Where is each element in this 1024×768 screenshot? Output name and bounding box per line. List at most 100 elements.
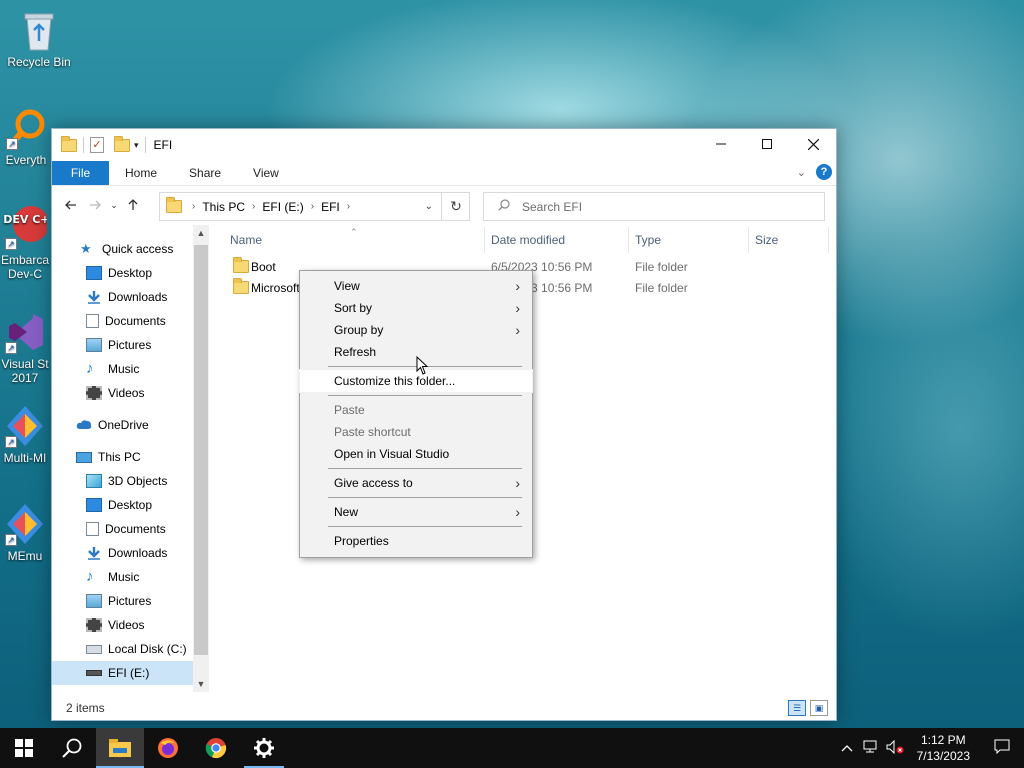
menu-item-group-by[interactable]: Group by › [300, 319, 532, 341]
computer-icon [76, 451, 92, 463]
menu-item-paste-shortcut[interactable]: Paste shortcut [300, 421, 532, 443]
properties-icon[interactable]: ✓ [90, 137, 104, 153]
minimize-button[interactable] [698, 129, 744, 159]
desktop-icon-everything[interactable]: ↗ Everyth [0, 106, 54, 167]
divider[interactable] [748, 227, 749, 253]
desktop-icon-devcpp[interactable]: DEV C++ ↗ Embarca Dev-C [0, 206, 54, 281]
desktop-icon-visual-studio[interactable]: ↗ Visual St 2017 [0, 310, 54, 385]
nav-quick-downloads[interactable]: Downloads 📌 [52, 285, 209, 309]
nav-pc-desktop[interactable]: Desktop [52, 493, 209, 517]
expand-ribbon-chevron-icon[interactable]: ⌄ [797, 166, 806, 179]
divider [144, 137, 146, 153]
address-bar[interactable]: › This PC › EFI (E:) › EFI › ⌄ [159, 192, 470, 221]
address-history-chevron-icon[interactable]: ⌄ [425, 201, 433, 212]
submenu-chevron-icon: › [515, 300, 520, 316]
menu-item-paste[interactable]: Paste [300, 399, 532, 421]
cloud-icon [76, 418, 92, 432]
network-icon[interactable] [859, 740, 883, 757]
breadcrumb-this-pc[interactable]: This PC [202, 200, 245, 214]
notification-icon[interactable] [980, 739, 1024, 757]
help-icon[interactable]: ? [816, 164, 832, 180]
close-button[interactable] [790, 129, 836, 159]
nav-quick-videos[interactable]: Videos [52, 381, 209, 405]
menu-item-open-in-visual-studio[interactable]: Open in Visual Studio [300, 443, 532, 465]
taskbar-settings[interactable] [240, 728, 288, 768]
nav-pc-music[interactable]: ♪ Music [52, 565, 209, 589]
nav-this-pc[interactable]: This PC [52, 445, 209, 469]
show-hidden-icons-chevron-icon[interactable] [835, 741, 859, 755]
menu-item-properties[interactable]: Properties [300, 530, 532, 552]
scrollbar-thumb[interactable] [194, 245, 208, 655]
customize-toolbar-chevron-icon[interactable]: ▾ [134, 140, 139, 151]
nav-pc-efi-drive[interactable]: EFI (E:) [52, 661, 209, 685]
submenu-chevron-icon: › [515, 322, 520, 338]
nav-label: Documents [105, 522, 166, 536]
breadcrumb-efi-drive[interactable]: EFI (E:) [262, 200, 303, 214]
breadcrumb-chevron-icon[interactable]: › [192, 201, 195, 212]
nav-quick-music[interactable]: ♪ Music [52, 357, 209, 381]
breadcrumb-efi-folder[interactable]: EFI [321, 200, 340, 214]
tab-share[interactable]: Share [173, 161, 237, 185]
new-folder-icon[interactable] [114, 135, 130, 152]
menu-divider [328, 526, 522, 527]
forward-button[interactable] [83, 198, 107, 214]
nav-pc-3d-objects[interactable]: 3D Objects [52, 469, 209, 493]
nav-onedrive[interactable]: OneDrive [52, 413, 209, 437]
divider[interactable] [628, 227, 629, 253]
column-header-date-modified[interactable]: Date modified [491, 225, 565, 255]
recent-locations-button[interactable]: ⌄ [107, 200, 121, 211]
nav-pc-downloads[interactable]: Downloads [52, 541, 209, 565]
volume-muted-icon[interactable] [883, 739, 907, 757]
scroll-up-arrow-icon[interactable]: ▲ [193, 228, 209, 238]
film-icon [86, 618, 102, 632]
column-header-type[interactable]: Type [635, 225, 661, 255]
menu-item-sort-by[interactable]: Sort by › [300, 297, 532, 319]
desktop-icon-multi-mi[interactable]: ↗ Multi-MI [0, 404, 54, 465]
breadcrumb-chevron-icon[interactable]: › [311, 201, 314, 212]
nav-pc-pictures[interactable]: Pictures [52, 589, 209, 613]
divider[interactable] [828, 227, 829, 253]
taskbar-firefox[interactable] [144, 728, 192, 768]
nav-pc-videos[interactable]: Videos [52, 613, 209, 637]
menu-item-give-access-to[interactable]: Give access to › [300, 472, 532, 494]
menu-item-view[interactable]: View › [300, 275, 532, 297]
column-header-name[interactable]: Name [230, 225, 262, 255]
taskbar-chrome[interactable] [192, 728, 240, 768]
menu-item-label: Refresh [334, 345, 377, 359]
maximize-button[interactable] [744, 129, 790, 159]
refresh-button[interactable]: ↻ [441, 192, 470, 221]
breadcrumb-chevron-icon[interactable]: › [347, 201, 350, 212]
start-button[interactable] [0, 728, 48, 768]
desktop-icon-recycle-bin[interactable]: Recycle Bin [1, 8, 77, 69]
status-bar: 2 items ☰ ▣ [52, 696, 836, 720]
submenu-chevron-icon: › [515, 475, 520, 491]
back-button[interactable] [59, 198, 83, 214]
nav-pc-documents[interactable]: Documents [52, 517, 209, 541]
shortcut-arrow-icon: ↗ [5, 534, 17, 546]
desktop-icon-memu[interactable]: ↗ MEmu [0, 502, 54, 563]
nav-pc-local-disk[interactable]: Local Disk (C:) [52, 637, 209, 661]
title-bar[interactable]: ✓ ▾ EFI [52, 129, 836, 161]
nav-label: Pictures [108, 594, 152, 608]
nav-quick-access[interactable]: ★ Quick access [52, 237, 209, 261]
divider[interactable] [484, 227, 485, 253]
breadcrumb-chevron-icon[interactable]: › [252, 201, 255, 212]
menu-item-new[interactable]: New › [300, 501, 532, 523]
tab-home[interactable]: Home [109, 161, 173, 185]
nav-quick-documents[interactable]: Documents 📌 [52, 309, 209, 333]
search-input[interactable]: Search EFI [522, 200, 582, 214]
column-header-size[interactable]: Size [755, 225, 778, 255]
navigation-pane-scrollbar[interactable]: ▲ ▼ [193, 225, 209, 692]
taskbar-file-explorer[interactable] [96, 728, 144, 768]
clock[interactable]: 1:12 PM 7/13/2023 [907, 732, 980, 764]
tab-view[interactable]: View [237, 161, 295, 185]
large-icons-view-button[interactable]: ▣ [810, 700, 828, 716]
up-button[interactable] [121, 198, 145, 214]
nav-quick-pictures[interactable]: Pictures 📌 [52, 333, 209, 357]
nav-quick-desktop[interactable]: Desktop 📌 [52, 261, 209, 285]
search-button[interactable] [48, 728, 96, 768]
details-view-button[interactable]: ☰ [788, 700, 806, 716]
search-box[interactable]: Search EFI [483, 192, 825, 221]
scroll-down-arrow-icon[interactable]: ▼ [193, 679, 209, 689]
tab-file[interactable]: File [52, 161, 109, 185]
